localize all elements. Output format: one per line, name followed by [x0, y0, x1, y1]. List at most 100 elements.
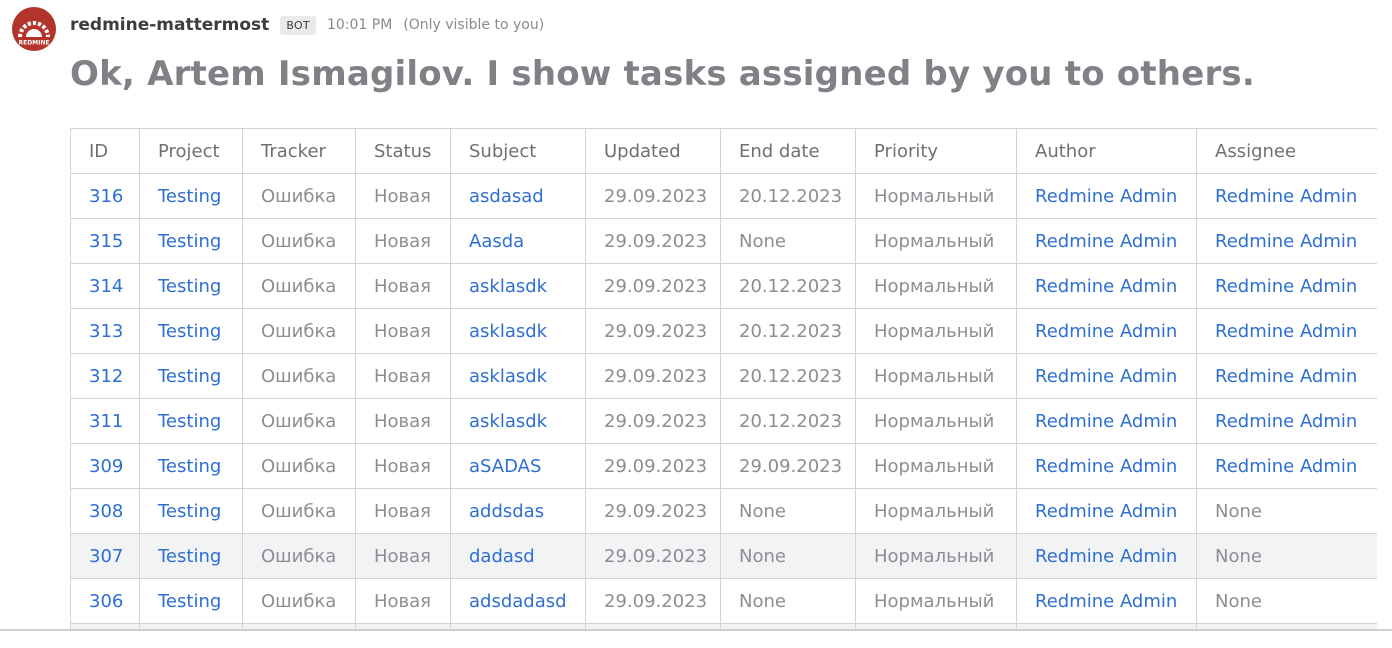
updated-cell: 29.09.2023	[585, 443, 721, 489]
end-date-cell: None	[720, 218, 856, 264]
task-id-link[interactable]: 313	[70, 308, 140, 354]
bot-post: REDMINE redmine-mattermost BOT 10:01 PM …	[0, 0, 1392, 648]
assignee-link[interactable]: Redmine Admin	[1196, 398, 1377, 444]
updated-cell: 29.09.2023	[585, 263, 721, 309]
tracker-cell: Ошибка	[242, 443, 356, 489]
project-link[interactable]: Testing	[139, 308, 243, 354]
tracker-cell: Ошибка	[242, 218, 356, 264]
assignee-link[interactable]: Redmine Admin	[1196, 173, 1377, 219]
table-row: 311 Testing Ошибка Новая asklasdk 29.09.…	[70, 398, 1377, 444]
subject-link[interactable]: asklasdk	[450, 263, 586, 309]
project-link[interactable]: Testing	[139, 578, 243, 624]
post-time[interactable]: 10:01 PM	[327, 17, 392, 33]
project-link[interactable]: Testing	[139, 353, 243, 399]
priority-cell: Нормальный	[855, 533, 1017, 579]
status-cell: Новая	[355, 578, 451, 624]
priority-cell: Нормальный	[855, 488, 1017, 534]
project-link[interactable]: Testing	[139, 398, 243, 444]
post-header: redmine-mattermost BOT 10:01 PM (Only vi…	[70, 13, 544, 37]
table-body: 316 Testing Ошибка Новая asdasad 29.09.2…	[70, 173, 1377, 630]
username[interactable]: redmine-mattermost	[70, 15, 269, 35]
assignee-cell: None	[1196, 488, 1377, 534]
updated-cell: 29.09.2023	[585, 533, 721, 579]
subject-link[interactable]: asklasdk	[450, 398, 586, 444]
author-link[interactable]: Redmine Admin	[1016, 308, 1197, 354]
project-link[interactable]: Testing	[139, 173, 243, 219]
project-link[interactable]: Testing	[139, 218, 243, 264]
project-link[interactable]: Testing	[139, 488, 243, 534]
author-link[interactable]: Redmine Admin	[1016, 218, 1197, 264]
subject-link[interactable]: addsdas	[450, 488, 586, 534]
end-date-cell: 29.09.2023	[720, 443, 856, 489]
assignee-link[interactable]: Redmine Admin	[1196, 308, 1377, 354]
priority-cell: Нормальный	[855, 308, 1017, 354]
task-id-link[interactable]: 308	[70, 488, 140, 534]
scroll-divider	[0, 629, 1392, 631]
project-link[interactable]: Testing	[139, 443, 243, 489]
task-id-link[interactable]: 314	[70, 263, 140, 309]
priority-cell: Нормальный	[855, 578, 1017, 624]
assignee-link[interactable]: Redmine Admin	[1196, 353, 1377, 399]
author-link[interactable]: Redmine Admin	[1016, 263, 1197, 309]
task-id-link[interactable]: 312	[70, 353, 140, 399]
end-date-cell: 20.12.2023	[720, 353, 856, 399]
author-link[interactable]: Redmine Admin	[1016, 578, 1197, 624]
subject-link[interactable]: Aasda	[450, 218, 586, 264]
table-row: 315 Testing Ошибка Новая Aasda 29.09.202…	[70, 218, 1377, 264]
assignee-link[interactable]: Redmine Admin	[1196, 263, 1377, 309]
table-row: 306 Testing Ошибка Новая adsdadasd 29.09…	[70, 578, 1377, 624]
priority-cell: Нормальный	[855, 353, 1017, 399]
subject-link[interactable]: aSADAS	[450, 443, 586, 489]
task-id-link[interactable]: 316	[70, 173, 140, 219]
subject-link[interactable]: asklasdk	[450, 308, 586, 354]
author-link[interactable]: Redmine Admin	[1016, 398, 1197, 444]
author-link[interactable]: Redmine Admin	[1016, 443, 1197, 489]
table-row: 313 Testing Ошибка Новая asklasdk 29.09.…	[70, 308, 1377, 354]
priority-cell: Нормальный	[855, 218, 1017, 264]
task-id-link[interactable]: 315	[70, 218, 140, 264]
column-header-updated: Updated	[585, 128, 721, 174]
message-heading: Ok, Artem Ismagilov. I show tasks assign…	[70, 54, 1255, 94]
subject-link[interactable]: asdasad	[450, 173, 586, 219]
column-header-author: Author	[1016, 128, 1197, 174]
updated-cell: 29.09.2023	[585, 488, 721, 534]
assignee-link[interactable]: Redmine Admin	[1196, 443, 1377, 489]
project-link[interactable]: Testing	[139, 263, 243, 309]
tracker-cell: Ошибка	[242, 398, 356, 444]
column-header-end-date: End date	[720, 128, 856, 174]
column-header-id: ID	[70, 128, 140, 174]
tracker-cell: Ошибка	[242, 533, 356, 579]
table-row: 307 Testing Ошибка Новая dadasd 29.09.20…	[70, 533, 1377, 579]
tracker-cell: Ошибка	[242, 263, 356, 309]
task-id-link[interactable]: 311	[70, 398, 140, 444]
tracker-cell: Ошибка	[242, 308, 356, 354]
status-cell: Новая	[355, 443, 451, 489]
tasks-table: ID Project Tracker Status Subject Update…	[70, 128, 1377, 630]
subject-link[interactable]: dadasd	[450, 533, 586, 579]
bot-badge: BOT	[280, 15, 316, 35]
tracker-cell: Ошибка	[242, 353, 356, 399]
task-id-link[interactable]: 307	[70, 533, 140, 579]
author-link[interactable]: Redmine Admin	[1016, 533, 1197, 579]
redmine-logo-icon: REDMINE	[18, 21, 50, 47]
author-link[interactable]: Redmine Admin	[1016, 173, 1197, 219]
end-date-cell: 20.12.2023	[720, 398, 856, 444]
task-id-link[interactable]: 306	[70, 578, 140, 624]
assignee-link[interactable]: Redmine Admin	[1196, 218, 1377, 264]
subject-link[interactable]: asklasdk	[450, 353, 586, 399]
status-cell: Новая	[355, 353, 451, 399]
table-row: 309 Testing Ошибка Новая aSADAS 29.09.20…	[70, 443, 1377, 489]
author-link[interactable]: Redmine Admin	[1016, 353, 1197, 399]
visibility-note: (Only visible to you)	[403, 17, 545, 33]
tasks-table-container: ID Project Tracker Status Subject Update…	[70, 128, 1377, 630]
task-id-link[interactable]: 309	[70, 443, 140, 489]
status-cell: Новая	[355, 218, 451, 264]
column-header-project: Project	[139, 128, 243, 174]
status-cell: Новая	[355, 308, 451, 354]
project-link[interactable]: Testing	[139, 533, 243, 579]
updated-cell: 29.09.2023	[585, 353, 721, 399]
bot-avatar[interactable]: REDMINE	[12, 7, 56, 51]
subject-link[interactable]: adsdadasd	[450, 578, 586, 624]
priority-cell: Нормальный	[855, 443, 1017, 489]
author-link[interactable]: Redmine Admin	[1016, 488, 1197, 534]
